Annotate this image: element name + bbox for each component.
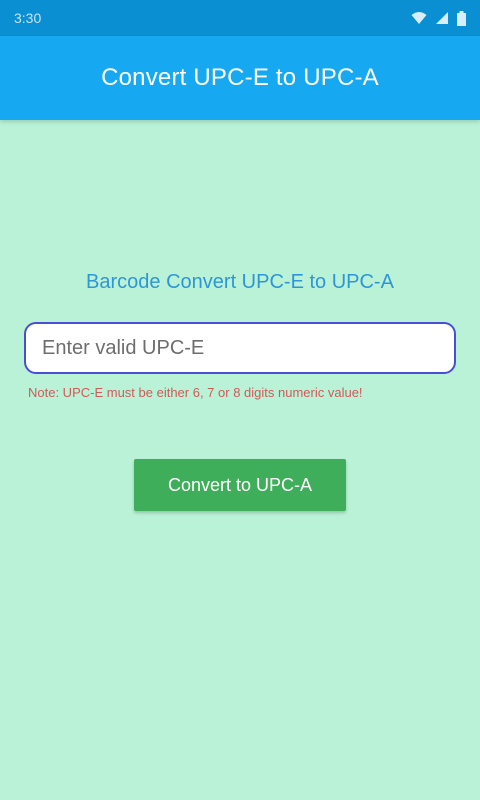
section-heading: Barcode Convert UPC-E to UPC-A (86, 271, 394, 293)
screen: 3:30 Convert UPC-E to UPC-A Barcode Conv… (0, 0, 480, 800)
status-time: 3:30 (14, 10, 42, 26)
battery-icon (457, 10, 466, 26)
wifi-icon (411, 11, 427, 25)
app-title: Convert UPC-E to UPC-A (101, 64, 379, 91)
status-bar: 3:30 (0, 0, 480, 36)
upc-e-input-container (24, 322, 456, 374)
status-icons (411, 10, 466, 26)
convert-button[interactable]: Convert to UPC-A (134, 459, 346, 511)
validation-note: Note: UPC-E must be either 6, 7 or 8 dig… (28, 385, 363, 400)
upc-e-input[interactable] (26, 324, 454, 372)
signal-icon (435, 11, 449, 25)
app-bar: Convert UPC-E to UPC-A (0, 36, 480, 120)
